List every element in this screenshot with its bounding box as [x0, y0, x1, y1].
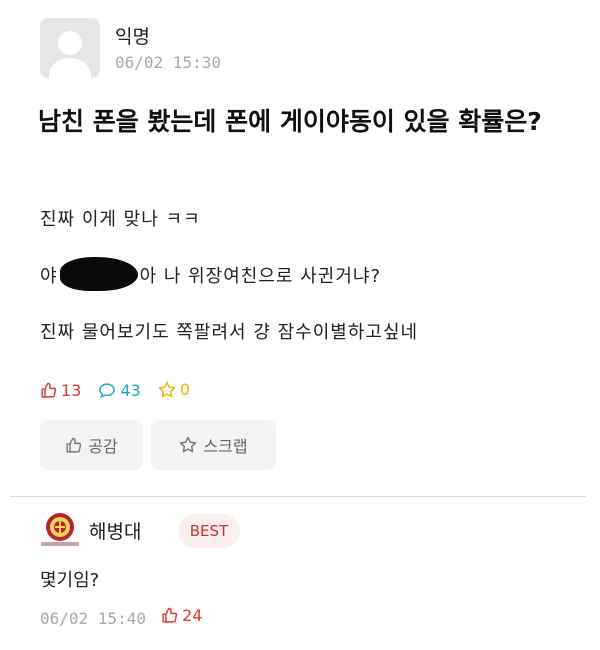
thumbs-up-icon: [66, 437, 82, 453]
like-count-value: 13: [61, 380, 82, 400]
scrap-button[interactable]: 스크랩: [151, 420, 276, 470]
speech-bubble-icon: [99, 382, 116, 398]
body-line-2-start: 야: [40, 266, 58, 287]
like-button[interactable]: 공감: [40, 420, 143, 470]
scrap-count-value: 0: [179, 380, 191, 399]
comment-count: 43: [98, 380, 141, 400]
comment-avatar: [41, 512, 79, 546]
comment-author: 해병대: [89, 521, 142, 543]
post-body-line-1: 진짜 이게 맞나 ㅋㅋ: [40, 209, 201, 230]
post-author: 익명: [115, 26, 150, 48]
emblem-icon: [46, 513, 74, 541]
like-button-label: 공감: [88, 437, 118, 456]
comment-meta: 06/02 15:40 24: [40, 606, 202, 628]
thumbs-up-icon: [41, 382, 57, 398]
comment-like-count[interactable]: 24: [161, 606, 202, 625]
post-body-line-3: 진짜 물어보기도 쪽팔려서 걍 잠수이별하고싶네: [40, 322, 419, 343]
comment-divider: [10, 496, 586, 497]
anonymous-avatar: [40, 18, 100, 78]
best-badge: BEST: [178, 514, 240, 548]
scrap-count: 0: [158, 380, 190, 399]
redaction-mark: [59, 257, 138, 291]
body-line-2-end: 아 나 위장여친으로 사귄거냐?: [139, 266, 381, 287]
comment-text: 몇기임?: [40, 570, 100, 591]
thumbs-up-icon: [162, 607, 178, 623]
like-count: 13: [40, 381, 81, 400]
comment-like-value: 24: [182, 606, 203, 625]
post-stats: 13 43 0: [40, 380, 202, 404]
post-title: 남친 폰을 봤는데 폰에 게이야동이 있을 확률은?: [38, 107, 542, 136]
star-icon: [158, 381, 176, 397]
star-icon: [180, 436, 197, 453]
post-body-line-2: 야 아 나 위장여친으로 사귄거냐?: [40, 257, 381, 294]
scrap-button-label: 스크랩: [203, 437, 248, 456]
post-date: 06/02 15:30: [115, 53, 221, 72]
comment-count-value: 43: [120, 380, 141, 400]
comment-date: 06/02 15:40: [40, 609, 146, 628]
